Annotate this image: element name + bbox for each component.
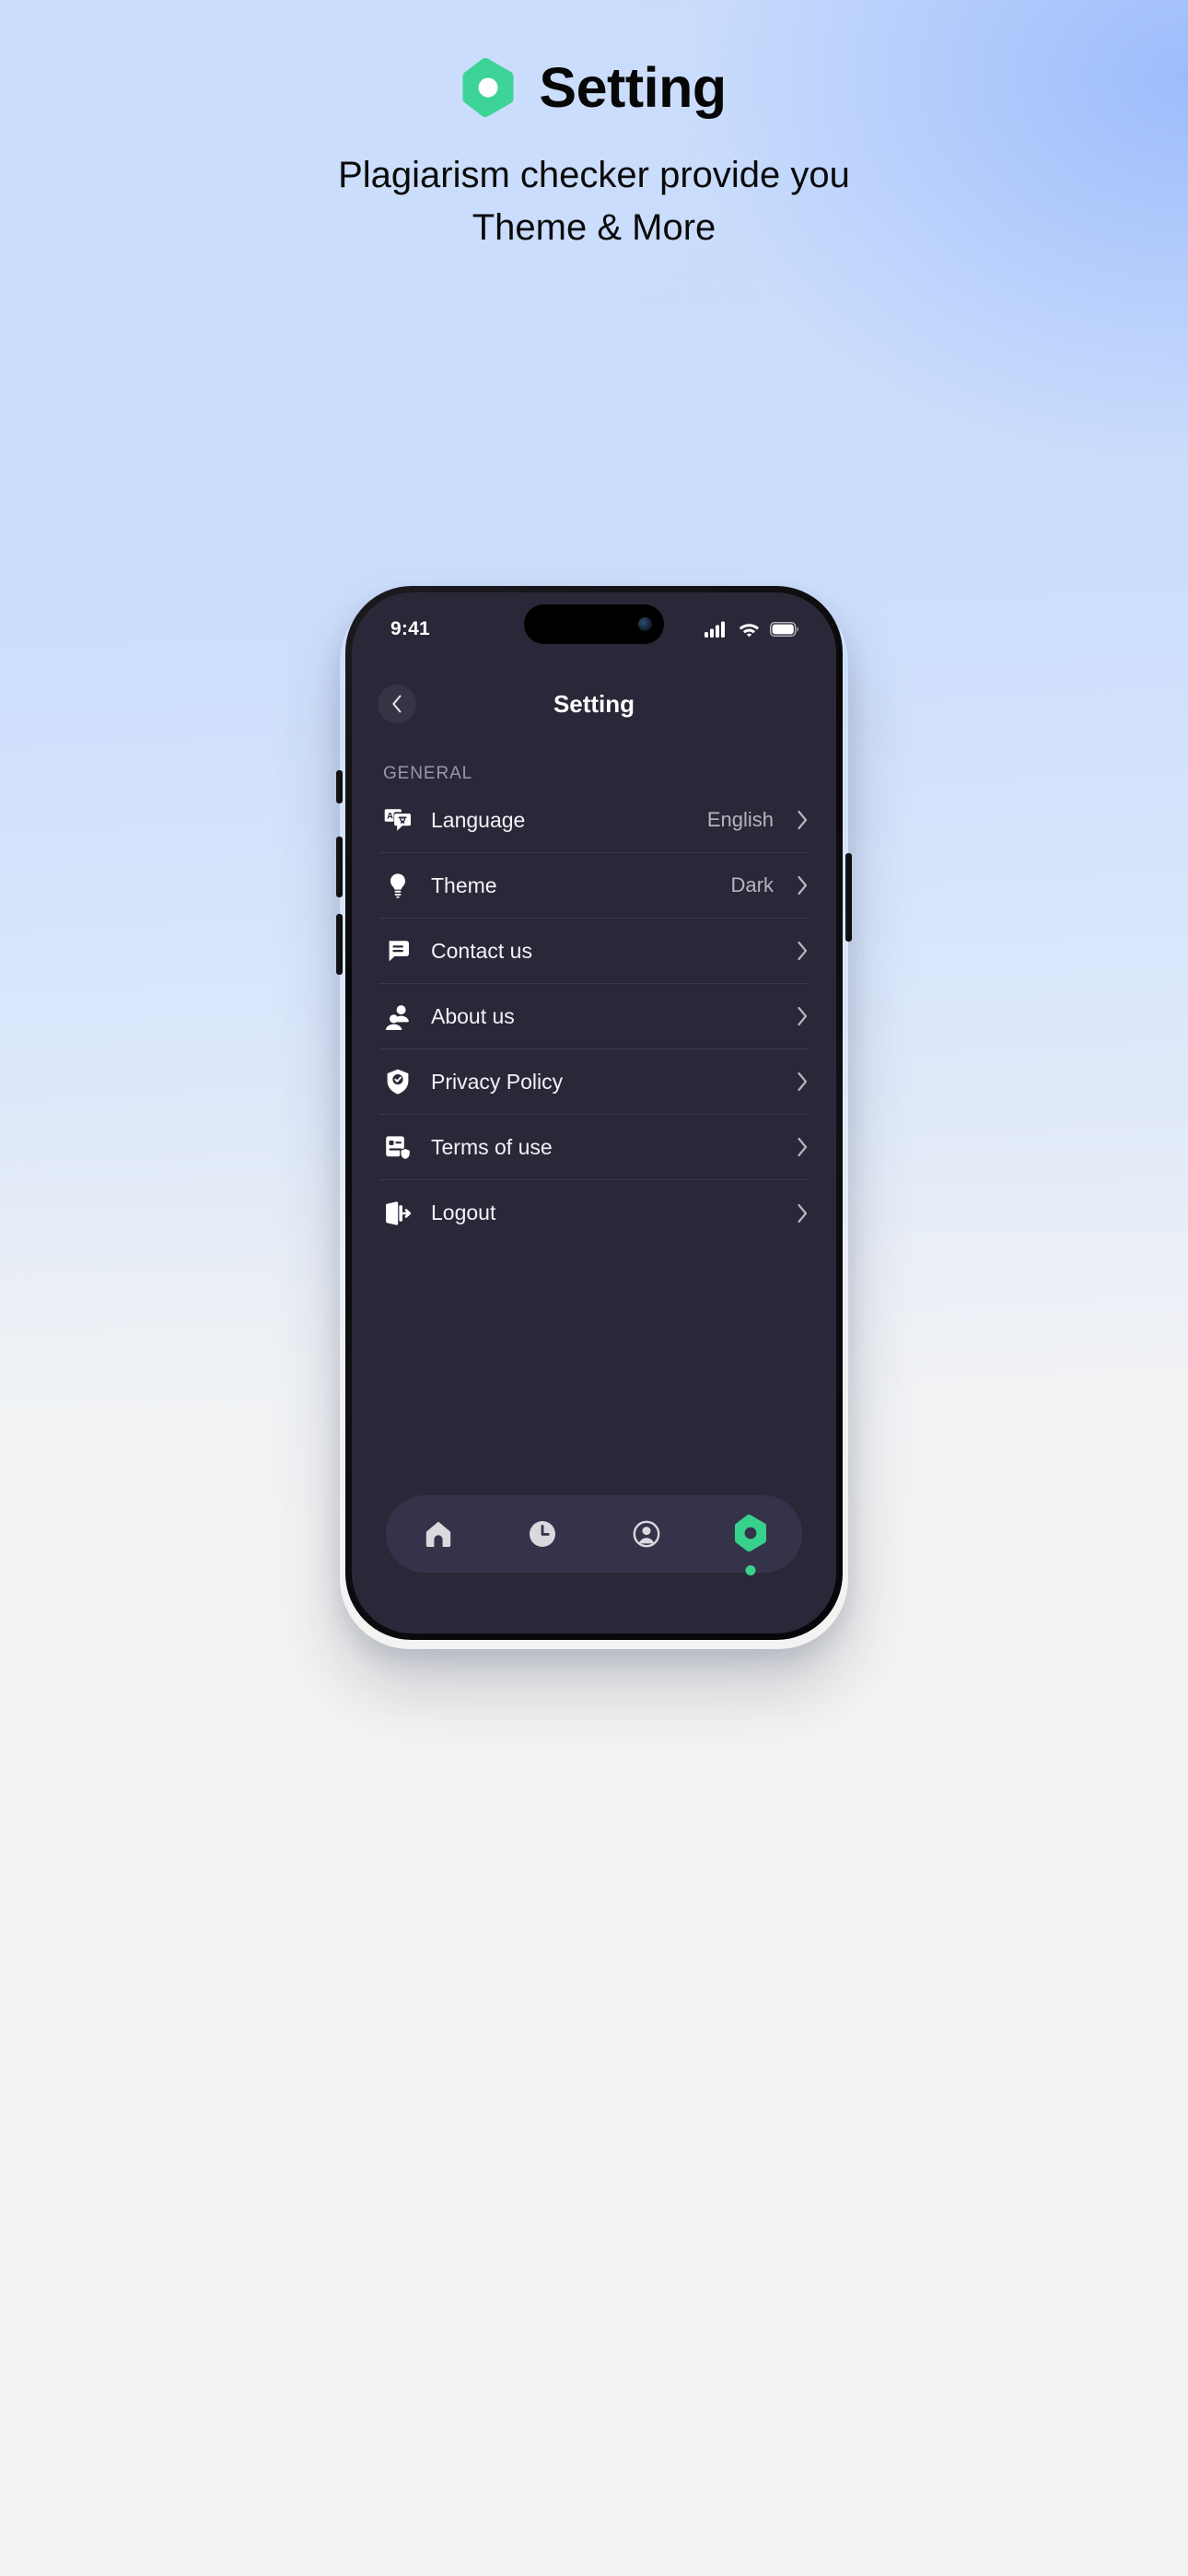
status-icons bbox=[705, 621, 799, 638]
document-shield-icon bbox=[379, 1129, 416, 1165]
settings-row-terms-of-use[interactable]: Terms of use bbox=[379, 1115, 809, 1180]
settings-row-language[interactable]: A Language English bbox=[379, 788, 809, 853]
settings-row-label: Theme bbox=[431, 872, 497, 897]
bottom-tab-bar bbox=[386, 1495, 802, 1575]
dynamic-island bbox=[524, 604, 664, 644]
chevron-left-icon bbox=[392, 695, 402, 713]
people-icon bbox=[379, 998, 416, 1035]
shield-check-icon bbox=[379, 1063, 416, 1100]
hexagon-dot-logo-icon bbox=[462, 57, 514, 118]
volume-down-button[interactable] bbox=[336, 914, 343, 975]
back-button[interactable] bbox=[378, 685, 416, 723]
settings-row-theme[interactable]: Theme Dark bbox=[379, 853, 809, 919]
chevron-right-icon bbox=[788, 1071, 809, 1092]
settings-row-label: Logout bbox=[431, 1200, 496, 1224]
promo-subtitle-line2: Theme & More bbox=[472, 206, 716, 248]
logout-icon bbox=[379, 1195, 416, 1232]
profile-icon bbox=[633, 1520, 659, 1548]
power-button[interactable] bbox=[845, 853, 852, 942]
chevron-right-icon bbox=[788, 810, 809, 830]
cellular-signal-icon bbox=[705, 621, 725, 638]
chat-bubble-icon bbox=[379, 932, 416, 969]
settings-row-label: Terms of use bbox=[431, 1134, 553, 1159]
promo-subtitle-line1: Plagiarism checker provide you bbox=[338, 155, 850, 195]
section-label-general: GENERAL bbox=[383, 764, 473, 783]
translate-icon: A bbox=[379, 802, 416, 838]
settings-row-label: Privacy Policy bbox=[431, 1069, 564, 1094]
phone-screen: 9:41 Setting GENERAL A Language English … bbox=[352, 592, 836, 1633]
settings-list: GENERAL A Language English Theme Dark Co… bbox=[352, 744, 836, 1495]
promo-subtitle: Plagiarism checker provide you Theme & M… bbox=[338, 149, 850, 254]
settings-row-label: About us bbox=[431, 1003, 515, 1028]
settings-row-about-us[interactable]: About us bbox=[379, 984, 809, 1049]
chevron-right-icon bbox=[788, 941, 809, 961]
chevron-right-icon bbox=[788, 1137, 809, 1157]
clock-icon bbox=[529, 1521, 555, 1547]
settings-row-value: English bbox=[706, 808, 774, 831]
nav-header: Setting bbox=[352, 664, 836, 744]
tab-settings[interactable] bbox=[718, 1502, 783, 1575]
chevron-right-icon bbox=[788, 1203, 809, 1224]
front-camera-icon bbox=[638, 617, 652, 631]
tab-profile[interactable] bbox=[614, 1502, 679, 1566]
chevron-right-icon bbox=[788, 875, 809, 896]
silent-switch[interactable] bbox=[336, 770, 343, 803]
home-icon bbox=[425, 1521, 450, 1547]
volume-up-button[interactable] bbox=[336, 837, 343, 897]
wifi-icon bbox=[739, 624, 760, 638]
lightbulb-icon bbox=[379, 867, 416, 904]
svg-text:A: A bbox=[387, 811, 393, 820]
hexagon-settings-icon bbox=[734, 1514, 766, 1552]
battery-icon bbox=[770, 622, 798, 637]
tab-history[interactable] bbox=[510, 1502, 575, 1566]
settings-row-logout[interactable]: Logout bbox=[379, 1180, 809, 1246]
phone-mockup: 9:41 Setting GENERAL A Language English … bbox=[336, 586, 852, 1640]
settings-row-contact-us[interactable]: Contact us bbox=[379, 919, 809, 984]
settings-row-label: Language bbox=[431, 807, 526, 832]
promo-header: Setting Plagiarism checker provide you T… bbox=[0, 57, 1188, 254]
nav-title: Setting bbox=[553, 689, 635, 718]
chevron-right-icon bbox=[788, 1006, 809, 1026]
page-title: Setting bbox=[539, 55, 727, 119]
phone-frame: 9:41 Setting GENERAL A Language English … bbox=[336, 586, 852, 1640]
tab-home[interactable] bbox=[406, 1502, 471, 1566]
status-bar: 9:41 bbox=[352, 592, 836, 653]
tabbar-zone bbox=[352, 1495, 836, 1633]
settings-row-label: Contact us bbox=[431, 938, 532, 963]
settings-row-value: Dark bbox=[730, 873, 774, 896]
status-time: 9:41 bbox=[390, 618, 430, 639]
promo-title-row: Setting bbox=[461, 55, 727, 119]
settings-row-privacy-policy[interactable]: Privacy Policy bbox=[379, 1049, 809, 1115]
active-tab-indicator bbox=[745, 1565, 755, 1575]
